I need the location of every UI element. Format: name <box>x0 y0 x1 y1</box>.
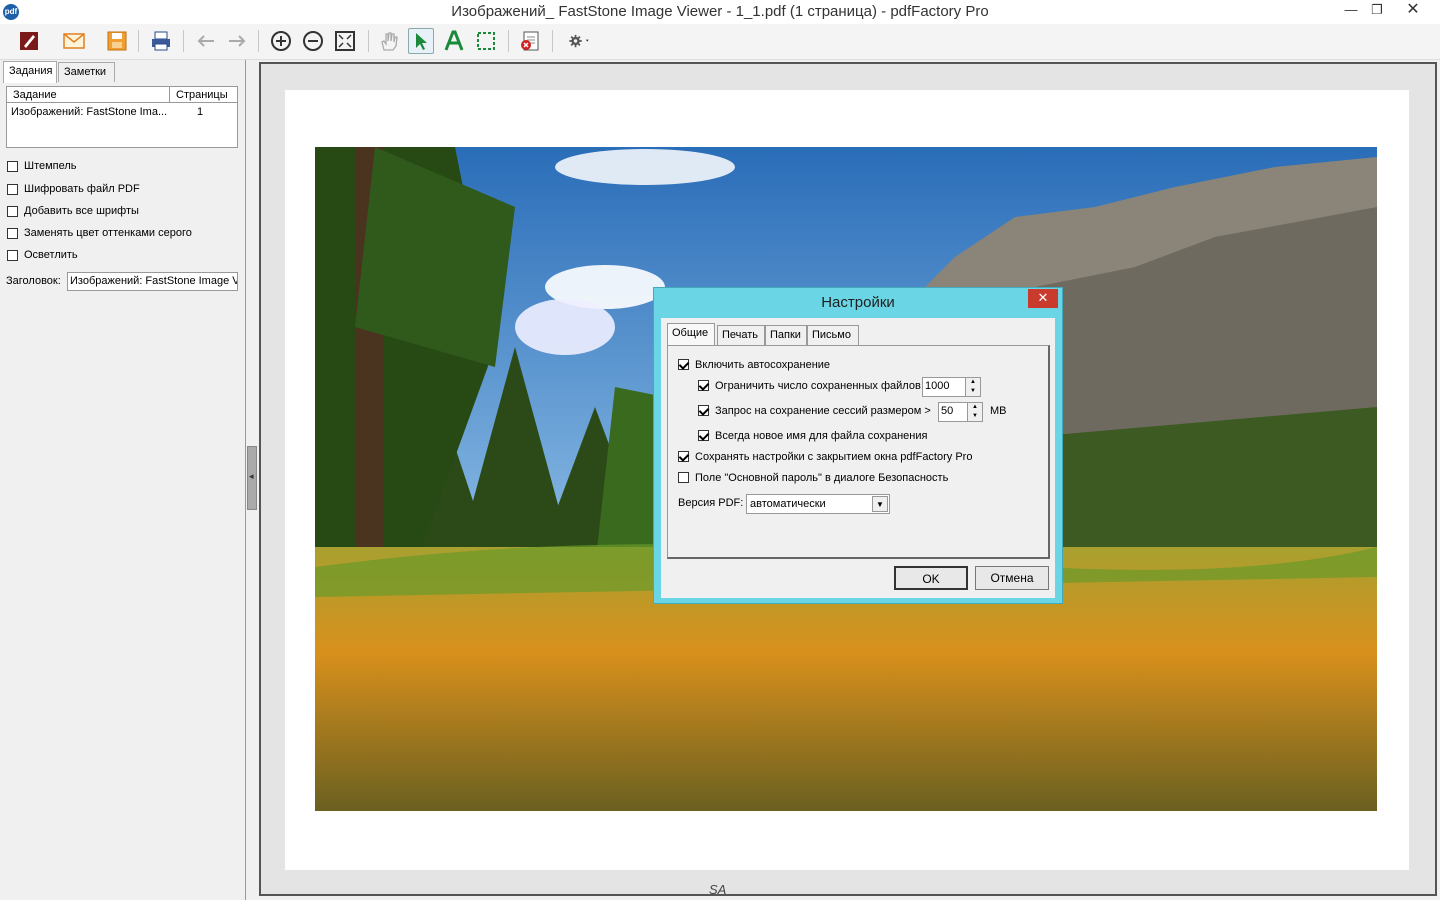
limit-files-checkbox[interactable] <box>698 380 709 391</box>
session-size-input[interactable]: 50 <box>938 402 968 422</box>
tab-general[interactable]: Общие <box>667 323 715 346</box>
toolbar <box>0 24 1440 60</box>
limit-files-stepper[interactable]: ▲ ▼ <box>965 377 981 397</box>
header-field[interactable]: Изображений: FastStone Image V <box>67 272 238 291</box>
master-password-label: Поле "Основной пароль" в диалоге Безопас… <box>695 472 949 484</box>
new-name-label: Всегда новое имя для файла сохранения <box>715 430 928 442</box>
collapse-panel-handle[interactable] <box>247 446 257 510</box>
header-field-label: Заголовок: <box>6 275 61 287</box>
email-icon[interactable] <box>61 28 87 54</box>
grayscale-checkbox[interactable] <box>7 228 18 239</box>
ok-button[interactable]: OK <box>894 566 968 590</box>
tab-folders[interactable]: Папки <box>765 325 807 345</box>
tab-notes[interactable]: Заметки <box>58 62 115 82</box>
pdf-version-value: автоматически <box>750 498 826 510</box>
job-list: Задание Страницы Изображений: FastStone … <box>6 86 238 148</box>
session-size-unit: MB <box>990 405 1007 417</box>
table-row[interactable]: Изображений: FastStone Ima... 1 <box>7 105 237 121</box>
text-tool-icon[interactable] <box>441 28 467 54</box>
session-size-label: Запрос на сохранение сессий размером > <box>715 405 931 417</box>
session-size-stepper[interactable]: ▲ ▼ <box>967 402 983 422</box>
embed-fonts-checkbox[interactable] <box>7 206 18 217</box>
signature-mark: SA <box>709 882 727 897</box>
print-icon[interactable] <box>148 28 174 54</box>
column-pages[interactable]: Страницы <box>169 87 237 102</box>
limit-files-label: Ограничить число сохраненных файлов <box>715 380 921 392</box>
limit-files-input[interactable]: 1000 <box>922 377 966 397</box>
general-tab-panel: Включить автосохранение Ограничить число… <box>667 345 1050 559</box>
stamp-checkbox[interactable] <box>7 161 18 172</box>
job-list-header: Задание Страницы <box>7 87 237 103</box>
encrypt-pdf-label: Шифровать файл PDF <box>24 183 140 195</box>
save-icon[interactable] <box>104 28 130 54</box>
zoom-in-icon[interactable] <box>268 28 294 54</box>
minimize-button[interactable]: — <box>1338 0 1364 22</box>
forward-arrow-icon[interactable] <box>224 28 250 54</box>
grayscale-label: Заменять цвет оттенками серого <box>24 227 192 239</box>
cancel-button[interactable]: Отмена <box>975 566 1049 590</box>
keep-settings-label: Сохранять настройки с закрытием окна pdf… <box>695 451 973 463</box>
marquee-select-icon[interactable] <box>473 28 499 54</box>
delete-page-icon[interactable] <box>517 28 543 54</box>
stamp-label: Штемпель <box>24 160 77 172</box>
dialog-title: Настройки <box>821 294 895 311</box>
chevron-down-icon[interactable]: ▼ <box>872 496 888 512</box>
panel-splitter[interactable] <box>246 60 258 900</box>
settings-gear-icon[interactable] <box>561 28 597 54</box>
job-pages-cell: 1 <box>197 106 204 118</box>
dialog-body: Общие Печать Папки Письмо Включить автос… <box>661 318 1055 598</box>
back-arrow-icon[interactable] <box>193 28 219 54</box>
column-job[interactable]: Задание <box>13 89 57 101</box>
encrypt-pdf-checkbox[interactable] <box>7 184 18 195</box>
settings-dialog: Настройки ✕ Общие Печать Папки Письмо Вк… <box>653 287 1063 604</box>
keep-settings-checkbox[interactable] <box>678 451 689 462</box>
new-name-checkbox[interactable] <box>698 430 709 441</box>
close-window-button[interactable]: ✕ <box>1390 0 1436 22</box>
embed-fonts-label: Добавить все шрифты <box>24 205 139 217</box>
autosave-checkbox[interactable] <box>678 359 689 370</box>
select-arrow-icon[interactable] <box>408 28 434 54</box>
title-bar: pdf Изображений_ FastStone Image Viewer … <box>0 0 1440 24</box>
autosave-label: Включить автосохранение <box>695 359 831 371</box>
hand-tool-icon[interactable] <box>376 28 402 54</box>
tab-print[interactable]: Печать <box>717 325 765 345</box>
window-title: Изображений_ FastStone Image Viewer - 1_… <box>451 3 989 20</box>
session-size-checkbox[interactable] <box>698 405 709 416</box>
edit-icon[interactable] <box>16 28 42 54</box>
tab-email[interactable]: Письмо <box>807 325 859 345</box>
zoom-out-icon[interactable] <box>300 28 326 54</box>
dialog-close-button[interactable]: ✕ <box>1028 289 1058 308</box>
fit-page-icon[interactable] <box>332 28 358 54</box>
tab-jobs[interactable]: Задания <box>3 61 57 83</box>
master-password-checkbox[interactable] <box>678 472 689 483</box>
lighten-label: Осветлить <box>24 249 78 261</box>
lighten-checkbox[interactable] <box>7 250 18 261</box>
maximize-button[interactable]: ❐ <box>1364 0 1390 22</box>
pdf-version-label: Версия PDF: <box>678 497 744 509</box>
left-panel: Задания Заметки Задание Страницы Изображ… <box>0 60 246 900</box>
job-name-cell: Изображений: FastStone Ima... <box>11 106 168 118</box>
pdf-version-select[interactable]: автоматически ▼ <box>746 494 890 514</box>
